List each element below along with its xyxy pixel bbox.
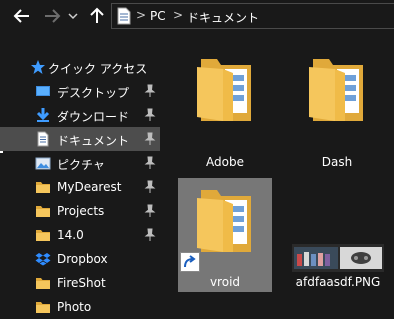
back-arrow-icon[interactable] (12, 6, 32, 26)
file-name: vroid (209, 275, 241, 289)
file-name: Adobe (206, 155, 244, 169)
sidebar-item-label: ドキュメント (57, 134, 130, 148)
folder-icon (197, 59, 251, 121)
file-item-vroid[interactable]: vroid (178, 178, 272, 292)
sidebar-item-fireshot[interactable]: FireShot (0, 271, 160, 295)
pin-icon[interactable] (144, 84, 156, 98)
sidebar-item-label: 14.0 (57, 228, 84, 242)
pin-icon[interactable] (144, 180, 156, 194)
sidebar-item-label: FireShot (57, 276, 106, 290)
sidebar-item-label: デスクトップ (57, 86, 130, 100)
folder-icon (35, 299, 51, 315)
pin-icon[interactable] (144, 132, 156, 146)
sidebar-item-downloads[interactable]: ダウンロード (0, 103, 160, 127)
sidebar-item-documents[interactable]: ドキュメント (0, 127, 160, 151)
star-icon (30, 59, 46, 75)
pin-icon[interactable] (144, 204, 156, 218)
desktop-icon (35, 83, 51, 99)
file-item-afdfaasdf-png[interactable]: afdfaasdf.PNG (288, 178, 388, 292)
sidebar-item-label: Projects (57, 204, 105, 218)
chevron-down-icon[interactable] (67, 6, 79, 26)
sidebar-item-mydearest[interactable]: MyDearest (0, 175, 160, 199)
documents-icon (35, 131, 51, 147)
file-name: Dash (321, 155, 353, 169)
breadcrumb-separator[interactable]: > (173, 8, 183, 22)
file-item-adobe[interactable]: Adobe (178, 43, 272, 169)
navigation-pane: クイック アクセス デスクトップ ダウンロード ドキュメント ピクチャ MyDe… (0, 33, 160, 314)
breadcrumb-pc[interactable]: PC (150, 9, 166, 23)
sidebar-item-14-0[interactable]: 14.0 (0, 223, 160, 247)
sidebar-item-quick-access[interactable]: クイック アクセス (0, 55, 160, 79)
folder-icon (35, 179, 51, 195)
address-bar[interactable]: > PC > ドキュメント (111, 3, 394, 29)
sidebar-item-label: クイック アクセス (48, 62, 148, 76)
sidebar-item-projects[interactable]: Projects (0, 199, 160, 223)
folder-icon (197, 190, 251, 252)
file-item-dash[interactable]: Dash (290, 43, 384, 169)
dropbox-icon (35, 251, 51, 267)
folder-icon (35, 203, 51, 219)
pin-icon[interactable] (144, 228, 156, 242)
navigation-bar: > PC > ドキュメント (0, 0, 394, 33)
file-view: Adobe Dash vroid afdfaasdf.PNG (160, 33, 394, 312)
document-icon (117, 7, 131, 28)
sidebar-item-label: ピクチャ (57, 158, 105, 172)
sidebar-item-label: MyDearest (57, 180, 122, 194)
folder-icon (309, 59, 363, 121)
sidebar-item-photo[interactable]: Photo (0, 295, 160, 319)
pin-icon[interactable] (144, 156, 156, 170)
forward-arrow-icon[interactable] (42, 6, 62, 26)
shortcut-arrow-icon (180, 252, 200, 272)
pin-icon[interactable] (144, 108, 156, 122)
download-icon (35, 107, 51, 123)
sidebar-item-label: ダウンロード (57, 110, 130, 124)
breadcrumb-documents[interactable]: ドキュメント (187, 9, 259, 26)
sidebar-item-label: Dropbox (57, 252, 108, 266)
file-name: afdfaasdf.PNG (295, 275, 381, 289)
image-thumbnail-icon (292, 244, 384, 272)
breadcrumb-separator[interactable]: > (136, 8, 146, 22)
folder-icon (35, 227, 51, 243)
sidebar-item-pictures[interactable]: ピクチャ (0, 151, 160, 175)
up-arrow-icon[interactable] (87, 6, 107, 26)
pictures-icon (35, 155, 51, 171)
sidebar-item-dropbox[interactable]: Dropbox (0, 247, 160, 271)
sidebar-item-desktop[interactable]: デスクトップ (0, 79, 160, 103)
folder-icon (35, 275, 51, 291)
